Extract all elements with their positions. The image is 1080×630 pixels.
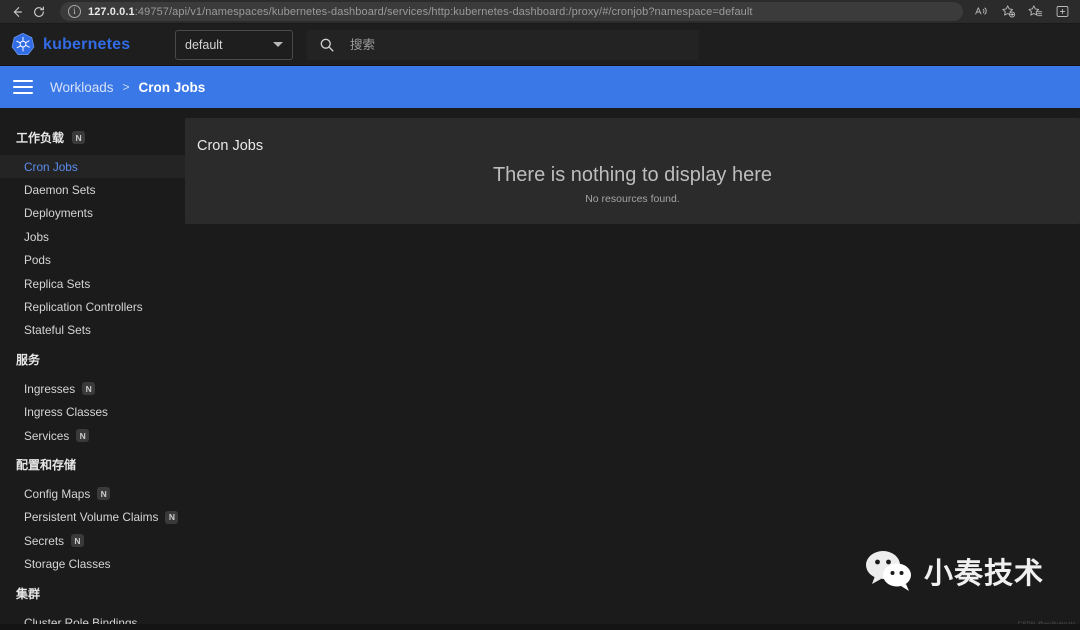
sidebar-group-label: 配置和存储 <box>16 458 77 473</box>
sidebar-item-label: Persistent Volume Claims <box>24 510 159 525</box>
sidebar: 工作负载 N Cron Jobs Daemon Sets Deployments Jobs… <box>0 108 185 630</box>
reload-icon[interactable] <box>28 2 50 22</box>
sidebar-item-label: Jobs <box>24 229 49 244</box>
page-body: 工作负载 N Cron Jobs Daemon Sets Deployments Jobs… <box>0 108 1080 630</box>
browser-action-icons <box>969 2 1074 22</box>
sidebar-group-title: 工作负载 N <box>0 120 185 155</box>
address-bar[interactable]: i 127.0.0.1:49757/api/v1/namespaces/kube… <box>60 2 963 21</box>
main-content: Cron Jobs There is nothing to display he… <box>185 108 1080 630</box>
kubernetes-logo-icon <box>11 32 35 55</box>
sidebar-item-stateful-sets[interactable]: Stateful Sets <box>0 319 185 342</box>
favorites-icon[interactable] <box>1023 2 1047 22</box>
cron-jobs-card: Cron Jobs There is nothing to display he… <box>185 118 1080 224</box>
wechat-icon <box>865 551 911 591</box>
url-host: 127.0.0.1 <box>88 5 135 18</box>
sidebar-group-title: 服务 <box>0 342 185 377</box>
namespaced-badge: N <box>165 510 179 524</box>
chevron-down-icon <box>273 42 283 47</box>
breadcrumb-parent[interactable]: Workloads <box>50 80 114 95</box>
namespace-value: default <box>185 37 223 52</box>
read-aloud-icon[interactable] <box>969 2 993 22</box>
sidebar-item-storage-classes[interactable]: Storage Classes <box>0 552 185 575</box>
watermark: 小奏技术 <box>864 548 1044 594</box>
sidebar-item-label: Config Maps <box>24 486 91 501</box>
sidebar-item-services[interactable]: Services N <box>0 424 185 447</box>
sidebar-group-label: 工作负载 <box>16 131 65 145</box>
namespaced-badge: N <box>97 487 111 501</box>
sidebar-item-label: Cron Jobs <box>24 159 78 174</box>
namespace-selector[interactable]: default <box>175 29 293 60</box>
sidebar-item-cron-jobs[interactable]: Cron Jobs <box>0 155 185 179</box>
site-info-icon[interactable]: i <box>68 5 81 18</box>
browser-toolbar: i 127.0.0.1:49757/api/v1/namespaces/kube… <box>0 0 1080 24</box>
breadcrumb-bar: Workloads > Cron Jobs <box>0 66 1080 108</box>
sidebar-item-label: Pods <box>24 253 51 268</box>
breadcrumb-separator-icon: > <box>122 80 130 94</box>
sidebar-group-label: 集群 <box>16 586 41 601</box>
sidebar-item-label: Replica Sets <box>24 276 91 291</box>
sidebar-item-ingresses[interactable]: Ingresses N <box>0 377 185 400</box>
horizontal-scrollbar[interactable] <box>0 624 1080 630</box>
hamburger-menu-icon[interactable] <box>10 74 36 100</box>
sidebar-item-jobs[interactable]: Jobs <box>0 225 185 248</box>
sidebar-group-title: 集群 <box>0 576 185 611</box>
collections-icon[interactable] <box>1050 2 1074 22</box>
sidebar-group-label: 服务 <box>16 353 41 368</box>
sidebar-item-label: Replication Controllers <box>24 300 143 315</box>
sidebar-item-label: Daemon Sets <box>24 183 96 198</box>
search-box[interactable] <box>307 29 699 60</box>
sidebar-item-label: Services <box>24 428 70 443</box>
sidebar-group-title: 配置和存储 <box>0 447 185 482</box>
url-text: 127.0.0.1:49757/api/v1/namespaces/kubern… <box>88 6 753 18</box>
watermark-text: 小奏技术 <box>923 556 1044 590</box>
sidebar-item-label: Ingress Classes <box>24 405 108 420</box>
sidebar-item-persistent-volume-claims[interactable]: Persistent Volume Claims N <box>0 506 185 529</box>
brand-name: kubernetes <box>43 35 131 53</box>
namespaced-badge: N <box>76 429 90 443</box>
add-favorite-icon[interactable] <box>996 2 1020 22</box>
empty-state: There is nothing to display here No reso… <box>185 164 1080 205</box>
search-icon <box>319 37 335 53</box>
sidebar-item-deployments[interactable]: Deployments <box>0 202 185 225</box>
sidebar-item-daemon-sets[interactable]: Daemon Sets <box>0 178 185 201</box>
sidebar-item-label: Ingresses <box>24 381 76 396</box>
sidebar-item-label: Stateful Sets <box>24 323 91 338</box>
sidebar-item-label: Storage Classes <box>24 557 111 572</box>
sidebar-item-replica-sets[interactable]: Replica Sets <box>0 272 185 295</box>
sidebar-item-pods[interactable]: Pods <box>0 249 185 272</box>
breadcrumb-current: Cron Jobs <box>138 79 206 95</box>
url-path: :49757/api/v1/namespaces/kubernetes-dash… <box>134 5 753 18</box>
page-title: Cron Jobs <box>197 138 264 154</box>
sidebar-item-secrets[interactable]: Secrets N <box>0 529 185 552</box>
sidebar-item-label: Secrets <box>24 533 64 548</box>
empty-state-subtitle: No resources found. <box>585 193 680 205</box>
empty-state-title: There is nothing to display here <box>492 164 773 186</box>
namespaced-badge: N <box>82 382 96 396</box>
sidebar-item-config-maps[interactable]: Config Maps N <box>0 482 185 505</box>
sidebar-item-ingress-classes[interactable]: Ingress Classes <box>0 401 185 424</box>
search-input[interactable] <box>350 37 687 52</box>
breadcrumb: Workloads > Cron Jobs <box>50 80 205 95</box>
brand[interactable]: kubernetes <box>0 32 175 58</box>
sidebar-item-replication-controllers[interactable]: Replication Controllers <box>0 295 185 318</box>
app-header: kubernetes default <box>0 24 1080 66</box>
namespaced-badge: N <box>72 131 86 144</box>
namespaced-badge: N <box>71 534 84 548</box>
back-arrow-icon[interactable] <box>6 2 28 22</box>
sidebar-item-label: Deployments <box>24 206 93 221</box>
